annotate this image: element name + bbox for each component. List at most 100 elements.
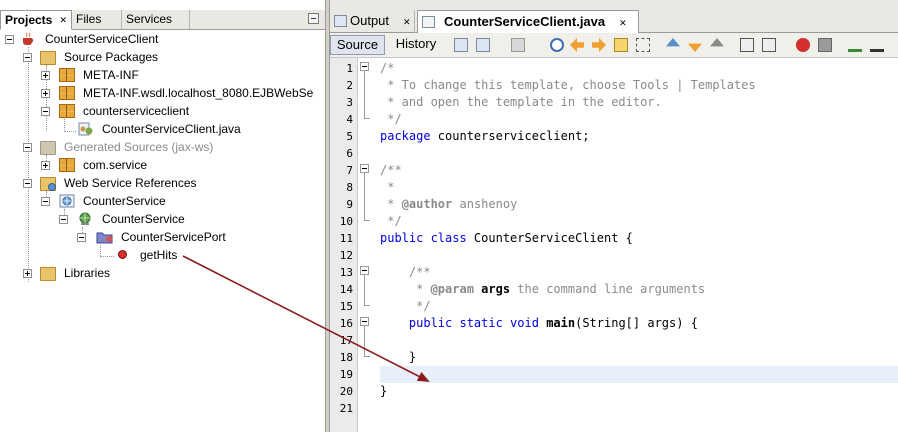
expand-toggle[interactable] — [23, 269, 32, 278]
line-number: 9 — [346, 198, 353, 211]
uncomment-icon[interactable] — [870, 38, 884, 52]
web-service-icon — [59, 194, 75, 208]
tab-files[interactable]: Files — [72, 10, 122, 29]
collapse-toggle[interactable] — [41, 107, 50, 116]
fold-toggle[interactable] — [360, 62, 369, 71]
expand-toggle[interactable] — [41, 161, 50, 170]
tree-item-package[interactable]: com.service — [83, 156, 147, 174]
expand-toggle[interactable] — [41, 71, 50, 80]
tree-connector — [28, 47, 29, 282]
code-token: @param — [430, 282, 474, 296]
code-token: main — [546, 316, 576, 330]
tab-output[interactable]: Output ✕ — [330, 10, 415, 33]
tree-item-package[interactable]: counterserviceclient — [83, 102, 189, 120]
forward-icon[interactable] — [511, 38, 525, 52]
tree-item-operation-gethits[interactable]: getHits — [140, 246, 177, 264]
record-macro-icon[interactable] — [796, 38, 810, 52]
tree-connector — [64, 131, 76, 132]
history-button[interactable]: History — [388, 35, 444, 55]
current-line-highlight — [380, 366, 898, 383]
line-number: 4 — [346, 113, 353, 126]
minimize-window-button[interactable] — [308, 13, 319, 24]
collapse-toggle[interactable] — [59, 215, 68, 224]
line-number: 6 — [346, 147, 353, 160]
collapse-toggle[interactable] — [41, 197, 50, 206]
fold-toggle[interactable] — [360, 164, 369, 173]
close-icon[interactable]: ✕ — [403, 17, 411, 27]
fold-guide — [364, 326, 365, 356]
code-editor[interactable]: /* * To change this template, choose Too… — [376, 58, 898, 432]
code-line: * @param args the command line arguments — [380, 281, 705, 298]
code-token: the command line arguments — [510, 282, 706, 296]
package-icon — [59, 104, 75, 118]
tree-item-libraries[interactable]: Libraries — [64, 264, 110, 282]
tree-item-web-service[interactable]: CounterService — [83, 192, 166, 210]
code-token: public class — [380, 231, 467, 245]
tab-projects[interactable]: Projects ✕ — [0, 10, 72, 30]
code-line: /** — [380, 264, 431, 281]
comment-icon[interactable] — [848, 38, 862, 52]
toggle-highlight-icon[interactable] — [614, 38, 628, 52]
code-line: } — [380, 349, 416, 366]
fold-end — [364, 220, 370, 221]
shift-right-icon[interactable] — [762, 38, 776, 52]
tree-item-package[interactable]: META-INF.wsdl.localhost_8080.EJBWebSe — [83, 84, 313, 102]
previous-bookmark-icon[interactable] — [666, 38, 680, 47]
collapse-toggle[interactable] — [23, 143, 32, 152]
project-tree[interactable]: CounterServiceClient Source Packages MET… — [0, 30, 325, 432]
tree-item-java-file[interactable]: CounterServiceClient.java — [102, 120, 241, 138]
tree-item-generated-sources[interactable]: Generated Sources (jax-ws) — [64, 138, 213, 156]
code-token: * To change this template, choose Tools … — [380, 78, 756, 92]
package-icon — [59, 86, 75, 100]
collapse-toggle[interactable] — [23, 179, 32, 188]
next-bookmark-icon[interactable] — [688, 43, 702, 52]
code-token: } — [380, 350, 417, 364]
line-number: 15 — [339, 300, 353, 313]
code-line: package counterserviceclient; — [380, 128, 590, 145]
shift-left-icon[interactable] — [740, 38, 754, 52]
port-folder-icon — [96, 230, 113, 244]
collapse-toggle[interactable] — [5, 35, 14, 44]
java-project-icon — [20, 32, 36, 46]
code-token: } — [380, 384, 388, 398]
tree-item-service[interactable]: CounterService — [102, 210, 185, 228]
java-file-icon — [422, 16, 435, 28]
code-token: */ — [380, 299, 431, 313]
expand-toggle[interactable] — [41, 89, 50, 98]
code-token: /** — [380, 265, 431, 279]
fold-toggle[interactable] — [360, 266, 369, 275]
back-icon[interactable] — [476, 38, 490, 52]
tree-item-port[interactable]: CounterServicePort — [121, 228, 226, 246]
tab-services[interactable]: Services — [122, 10, 190, 29]
collapse-toggle[interactable] — [23, 53, 32, 62]
tree-item-project[interactable]: CounterServiceClient — [45, 30, 158, 48]
line-number: 20 — [339, 385, 353, 398]
close-icon[interactable]: ✕ — [619, 18, 627, 28]
toggle-bookmark-icon[interactable] — [710, 38, 724, 47]
tree-item-ws-references[interactable]: Web Service References — [64, 174, 197, 192]
fold-end — [364, 305, 370, 306]
find-icon[interactable] — [550, 38, 564, 52]
code-token: (String[] args) { — [575, 316, 698, 330]
source-button[interactable]: Source — [330, 35, 385, 55]
fold-toggle[interactable] — [360, 317, 369, 326]
tab-output-label: Output — [350, 13, 390, 28]
code-line: /* — [380, 60, 394, 77]
fold-guide — [364, 173, 365, 220]
collapse-toggle[interactable] — [77, 233, 86, 242]
stop-macro-icon[interactable] — [818, 38, 832, 52]
find-previous-icon[interactable] — [570, 38, 584, 52]
code-token: public static void — [380, 316, 539, 330]
tree-item-source-packages[interactable]: Source Packages — [64, 48, 158, 66]
line-number: 11 — [339, 232, 353, 245]
last-edit-icon[interactable] — [454, 38, 468, 52]
tree-item-package[interactable]: META-INF — [83, 66, 139, 84]
close-icon[interactable]: ✕ — [59, 11, 67, 30]
ws-references-icon — [40, 177, 56, 191]
rectangular-selection-icon[interactable] — [636, 38, 650, 52]
output-window-icon — [334, 15, 347, 27]
tab-java-file[interactable]: CounterServiceClient.java ✕ — [417, 10, 639, 34]
code-line: */ — [380, 111, 401, 128]
projects-panel: Projects ✕ Files Services CounterService… — [0, 0, 325, 432]
find-next-icon[interactable] — [592, 38, 606, 52]
